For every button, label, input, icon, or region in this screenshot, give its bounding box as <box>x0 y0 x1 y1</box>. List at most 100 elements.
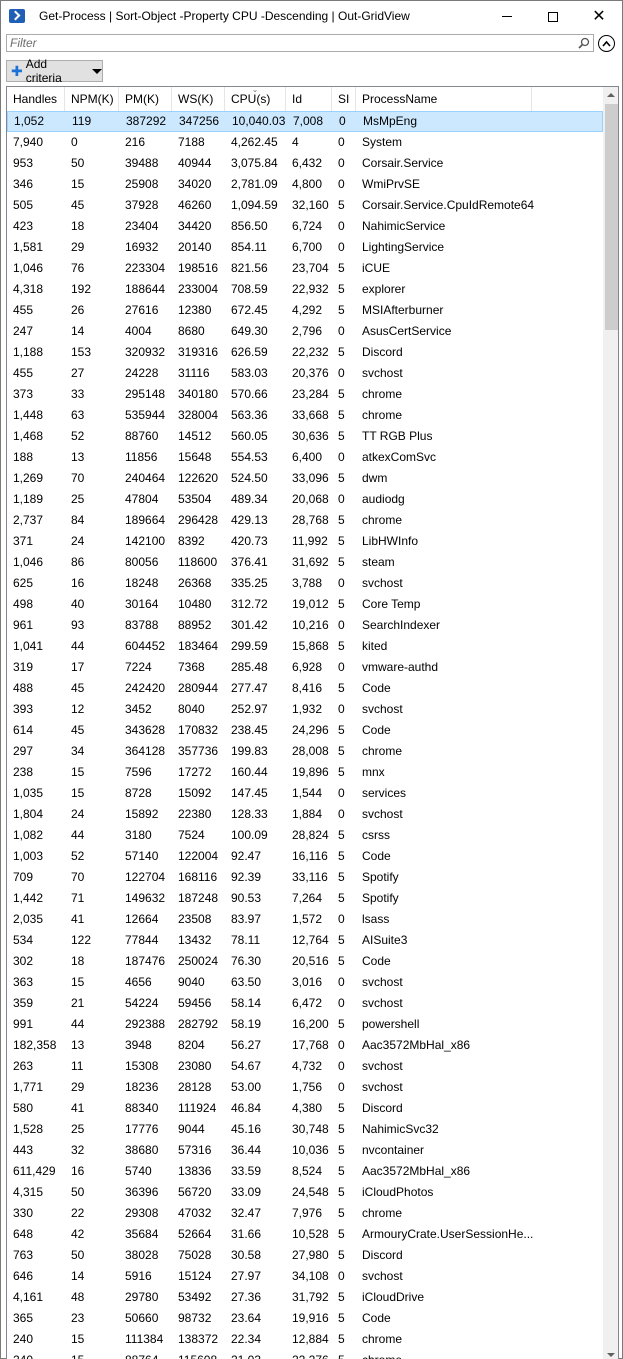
table-row[interactable]: 4,161 48 29780 53492 27.36 31,792 5 iCloudDrive <box>7 1287 603 1308</box>
table-cell: 335.25 <box>231 576 268 590</box>
scroll-up-arrow-icon[interactable] <box>607 93 615 97</box>
table-row[interactable]: 505 45 37928 46260 1,094.59 32,160 5 Corsair.Se… <box>7 195 603 216</box>
table-row[interactable]: 1,046 86 80056 118600 376.41 31,692 5 steam <box>7 552 603 573</box>
table-row[interactable]: 455 27 24228 31116 583.03 20,376 0 svchost <box>7 363 603 384</box>
table-row[interactable]: 443 32 38680 57316 36.44 10,036 5 nvcontainer <box>7 1140 603 1161</box>
title-bar[interactable]: Get-Process | Sort-Object -Property CPU … <box>1 1 622 32</box>
collapse-filter-button[interactable] <box>598 35 615 52</box>
column-header-pm-k[interactable]: PM(K) <box>119 87 172 111</box>
table-row[interactable]: 346 15 25908 34020 2,781.09 4,800 0 WmiPrvSE <box>7 174 603 195</box>
table-row[interactable]: 625 16 18248 26368 335.25 3,788 0 svchost <box>7 573 603 594</box>
table-cell: 12 <box>71 702 85 716</box>
table-row[interactable]: 534 122 77844 13432 78.11 12,764 5 AISuite3 <box>7 930 603 951</box>
table-row[interactable]: 7,940 0 216 7188 4,262.45 4 0 System <box>7 132 603 153</box>
table-row[interactable]: 1,771 29 18236 28128 53.00 1,756 0 svchost <box>7 1077 603 1098</box>
table-row[interactable]: 319 17 7224 7368 285.48 6,928 0 vmware-authd <box>7 657 603 678</box>
search-icon[interactable] <box>578 37 590 49</box>
filter-box[interactable] <box>6 34 594 52</box>
table-row[interactable]: 4,318 192 188644 233004 708.59 22,932 5 explore… <box>7 279 603 300</box>
table-row[interactable]: 455 26 27616 12380 672.45 4,292 5 MSIAfterburne… <box>7 300 603 321</box>
table-row[interactable]: 1,052 119 387292 347256 10,040.03 7,008 0 MsMpE… <box>7 111 603 132</box>
table-row[interactable]: 646 14 5916 15124 27.97 34,108 0 svchost <box>7 1266 603 1287</box>
table-cell: 29 <box>71 1080 85 1094</box>
table-row[interactable]: 614 45 343628 170832 238.45 24,296 5 Code <box>7 720 603 741</box>
table-row[interactable]: 1,003 52 57140 122004 92.47 16,116 5 Code <box>7 846 603 867</box>
table-row[interactable]: 709 70 122704 168116 92.39 33,116 5 Spotify <box>7 867 603 888</box>
table-cell: mnx <box>362 765 385 779</box>
table-row[interactable]: 488 45 242420 280944 277.47 8,416 5 Code <box>7 678 603 699</box>
table-row[interactable]: 365 23 50660 98732 23.64 19,916 5 Code <box>7 1308 603 1329</box>
table-row[interactable]: 263 11 15308 23080 54.67 4,732 0 svchost <box>7 1056 603 1077</box>
column-header-processname[interactable]: ProcessName <box>356 87 532 111</box>
table-row[interactable]: 611,429 16 5740 13836 33.59 8,524 5 Aac3572MbHa… <box>7 1161 603 1182</box>
table-cell: 5 <box>338 681 345 695</box>
table-cell: 45 <box>71 681 85 695</box>
table-row[interactable]: 580 41 88340 111924 46.84 4,380 5 Discord <box>7 1098 603 1119</box>
table-row[interactable]: 330 22 29308 47032 32.47 7,976 5 chrome <box>7 1203 603 1224</box>
vertical-scrollbar[interactable] <box>603 87 618 1359</box>
table-row[interactable]: 763 50 38028 75028 30.58 27,980 5 Discord <box>7 1245 603 1266</box>
table-row[interactable]: 393 12 3452 8040 252.97 1,932 0 svchost <box>7 699 603 720</box>
table-row[interactable]: 648 42 35684 52664 31.66 10,528 5 ArmouryCrate.… <box>7 1224 603 1245</box>
table-row[interactable]: 1,189 25 47804 53504 489.34 20,068 0 audiodg <box>7 489 603 510</box>
table-row[interactable]: 1,188 153 320932 319316 626.59 22,232 5 Discord <box>7 342 603 363</box>
column-header-si[interactable]: SI <box>332 87 356 111</box>
table-row[interactable]: 371 24 142100 8392 420.73 11,992 5 LibHWInfo <box>7 531 603 552</box>
table-row[interactable]: 1,046 76 223304 198516 821.56 23,704 5 iCUE <box>7 258 603 279</box>
table-row[interactable]: 1,269 70 240464 122620 524.50 33,096 5 dwm <box>7 468 603 489</box>
table-row[interactable]: 240158876411560821.0322,2765chrome <box>7 1350 603 1359</box>
table-row[interactable]: 1,804 24 15892 22380 128.33 1,884 0 svchost <box>7 804 603 825</box>
table-row[interactable]: 373 33 295148 340180 570.66 23,284 5 chrome <box>7 384 603 405</box>
table-cell: 3452 <box>125 702 152 716</box>
column-header-id[interactable]: Id <box>286 87 332 111</box>
column-header-cpu-s[interactable]: CPU(s) ⌄ <box>225 87 286 111</box>
add-criteria-button[interactable]: ✚ Add criteria <box>6 57 103 85</box>
table-cell: 5 <box>338 534 345 548</box>
table-row[interactable]: 1,468 52 88760 14512 560.05 30,636 5 TT RGB Plu… <box>7 426 603 447</box>
column-header-handles[interactable]: Handles <box>7 87 65 111</box>
table-row[interactable]: 2,737 84 189664 296428 429.13 28,768 5 chrome <box>7 510 603 531</box>
table-row[interactable]: 991 44 292388 282792 58.19 16,200 5 powershell <box>7 1014 603 1035</box>
results-grid[interactable]: Handles NPM(K) PM(K) WS(K) CPU(s) ⌄ Id SI Proces… <box>6 86 619 1359</box>
table-row[interactable]: 247 14 4004 8680 649.30 2,796 0 AsusCertService <box>7 321 603 342</box>
table-row[interactable]: 1,082 44 3180 7524 100.09 28,824 5 csrss <box>7 825 603 846</box>
column-header-ws-k[interactable]: WS(K) <box>172 87 225 111</box>
table-row[interactable]: 1,448 63 535944 328004 563.36 33,668 5 chrome <box>7 405 603 426</box>
table-cell: Code <box>362 681 391 695</box>
scroll-thumb[interactable] <box>605 104 618 330</box>
table-cell: 455 <box>13 366 34 380</box>
filter-input[interactable] <box>7 35 577 51</box>
table-row[interactable]: 1,581 29 16932 20140 854.11 6,700 0 LightingSer… <box>7 237 603 258</box>
minimize-button[interactable] <box>484 1 530 32</box>
table-cell: dwm <box>362 471 388 485</box>
table-cell: 138372 <box>178 1332 219 1346</box>
table-row[interactable]: 498 40 30164 10480 312.72 19,012 5 Core Temp <box>7 594 603 615</box>
scroll-down-arrow-icon[interactable] <box>607 1353 615 1357</box>
table-row[interactable]: 1,442 71 149632 187248 90.53 7,264 5 Spotify <box>7 888 603 909</box>
table-row[interactable]: 359 21 54224 59456 58.14 6,472 0 svchost <box>7 993 603 1014</box>
table-cell: 19,896 <box>292 765 329 779</box>
table-row[interactable]: 2,035 41 12664 23508 83.97 1,572 0 lsass <box>7 909 603 930</box>
table-cell: 0 <box>338 240 345 254</box>
table-row[interactable]: 182,358 13 3948 8204 56.27 17,768 0 Aac3572MbHa… <box>7 1035 603 1056</box>
table-row[interactable]: 4,315 50 36396 56720 33.09 24,548 5 iCloudPhoto… <box>7 1182 603 1203</box>
table-row[interactable]: 423 18 23404 34420 856.50 6,724 0 NahimicServic… <box>7 216 603 237</box>
table-row[interactable]: 302 18 187476 250024 76.30 20,516 5 Code <box>7 951 603 972</box>
table-row[interactable]: 1,041 44 604452 183464 299.59 15,868 5 kited <box>7 636 603 657</box>
maximize-button[interactable] <box>530 1 576 32</box>
table-row[interactable]: 363 15 4656 9040 63.50 3,016 0 svchost <box>7 972 603 993</box>
table-row[interactable]: 297 34 364128 357736 199.83 28,008 5 chrome <box>7 741 603 762</box>
table-cell: 312.72 <box>231 597 268 611</box>
close-button[interactable]: ✕ <box>576 1 622 32</box>
table-row[interactable]: 961 93 83788 88952 301.42 10,216 0 SearchIndexe… <box>7 615 603 636</box>
table-row[interactable]: 240 15 111384 138372 22.34 12,884 5 chrome <box>7 1329 603 1350</box>
table-row[interactable]: 953 50 39488 40944 3,075.84 6,432 0 Corsair.Ser… <box>7 153 603 174</box>
table-row[interactable]: 238 15 7596 17272 160.44 19,896 5 mnx <box>7 762 603 783</box>
table-row[interactable]: 188 13 11856 15648 554.53 6,400 0 atkexComSvc <box>7 447 603 468</box>
table-cell: 23 <box>71 1311 85 1325</box>
table-cell: 23404 <box>125 219 159 233</box>
table-cell: 5 <box>338 471 345 485</box>
table-row[interactable]: 1,528 25 17776 9044 45.16 30,748 5 NahimicSvc32 <box>7 1119 603 1140</box>
column-header-npm-k[interactable]: NPM(K) <box>65 87 119 111</box>
table-row[interactable]: 1,035 15 8728 15092 147.45 1,544 0 services <box>7 783 603 804</box>
